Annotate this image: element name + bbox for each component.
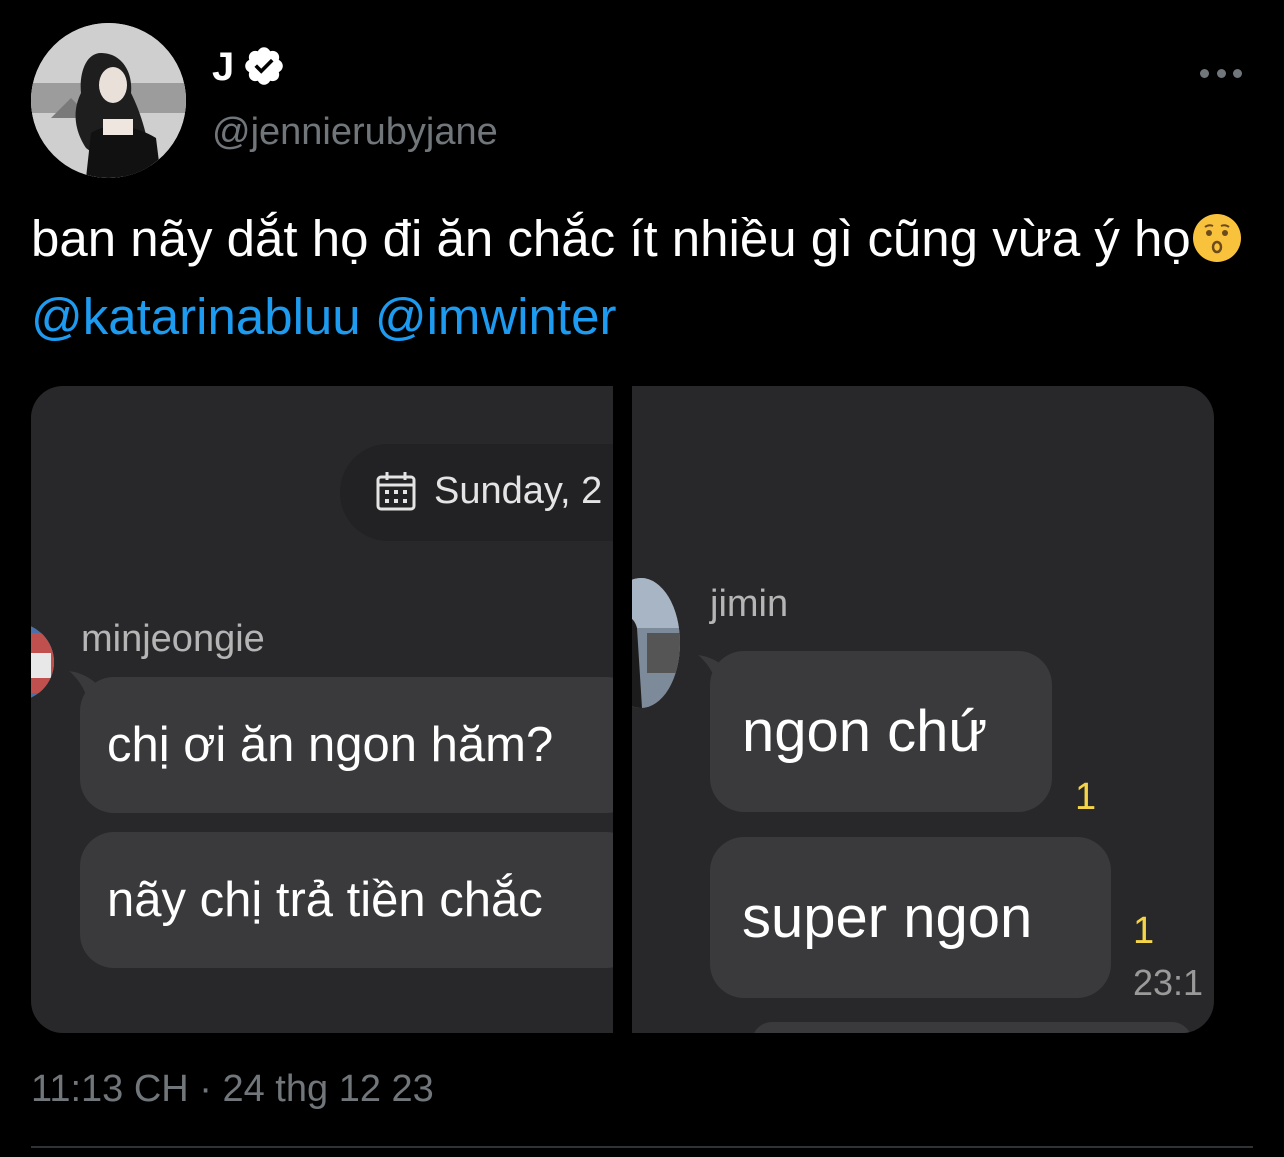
sender-avatar-jimin	[632, 578, 680, 708]
author-avatar[interactable]	[31, 23, 186, 178]
tweet-text: ban nãy dắt họ đi ăn chắc ít nhiều gì cũ…	[31, 200, 1261, 356]
sender-photo-icon	[31, 623, 54, 701]
mention-imwinter[interactable]: @imwinter	[375, 288, 617, 345]
chat-date: Sunday, 2	[434, 470, 603, 512]
calendar-icon	[376, 472, 416, 511]
sender-name: minjeongie	[81, 618, 265, 660]
author-handle[interactable]: @jennierubyjane	[212, 108, 498, 156]
message-text: nãy chị trả tiền chắc	[107, 873, 543, 927]
author-photo-icon	[31, 23, 186, 178]
sender-avatar-minjeongie	[31, 623, 54, 701]
read-count: 1	[1133, 910, 1155, 952]
message-bubble: chị ơi ăn ngon hăm?	[80, 677, 613, 813]
screenshot-right: jimin ngon chứ 1 super ngon 1 23:1	[632, 386, 1214, 1033]
sender-photo-icon	[632, 578, 680, 708]
more-dot-icon	[1233, 68, 1242, 78]
more-dot-icon	[1200, 68, 1209, 78]
tweet-media[interactable]: Sunday, 2 minjeongie chị ơi ăn ngon hăm?…	[31, 386, 1214, 1033]
mention-katarinabluu[interactable]: @katarinabluu	[31, 288, 361, 345]
divider	[31, 1146, 1253, 1148]
message-bubble: super ngon	[710, 837, 1111, 998]
message-text: chị ơi ăn ngon hăm?	[107, 718, 554, 772]
verified-badge-icon	[245, 47, 283, 85]
message-bubble: ngon chứ	[710, 651, 1052, 812]
more-dot-icon	[1216, 68, 1226, 78]
message-text: ngon chứ	[742, 699, 988, 764]
tweet-timestamp[interactable]: 11:13 CH · 24 thg 12 23	[31, 1066, 434, 1112]
message-bubble-partial	[752, 1022, 1192, 1033]
tweet-body: ban nãy dắt họ đi ăn chắc ít nhiều gì cũ…	[31, 210, 1191, 267]
message-text: super ngon	[742, 885, 1033, 950]
more-options-button[interactable]	[1196, 58, 1246, 88]
sender-name: jimin	[710, 583, 789, 625]
display-name[interactable]: J	[212, 43, 234, 91]
message-time: 23:1	[1133, 962, 1204, 1003]
message-bubble: nãy chị trả tiền chắc	[80, 832, 613, 968]
kissing-face-emoji-icon	[1192, 214, 1241, 262]
screenshot-left: Sunday, 2 minjeongie chị ơi ăn ngon hăm?…	[31, 386, 613, 1033]
read-count: 1	[1075, 776, 1097, 818]
